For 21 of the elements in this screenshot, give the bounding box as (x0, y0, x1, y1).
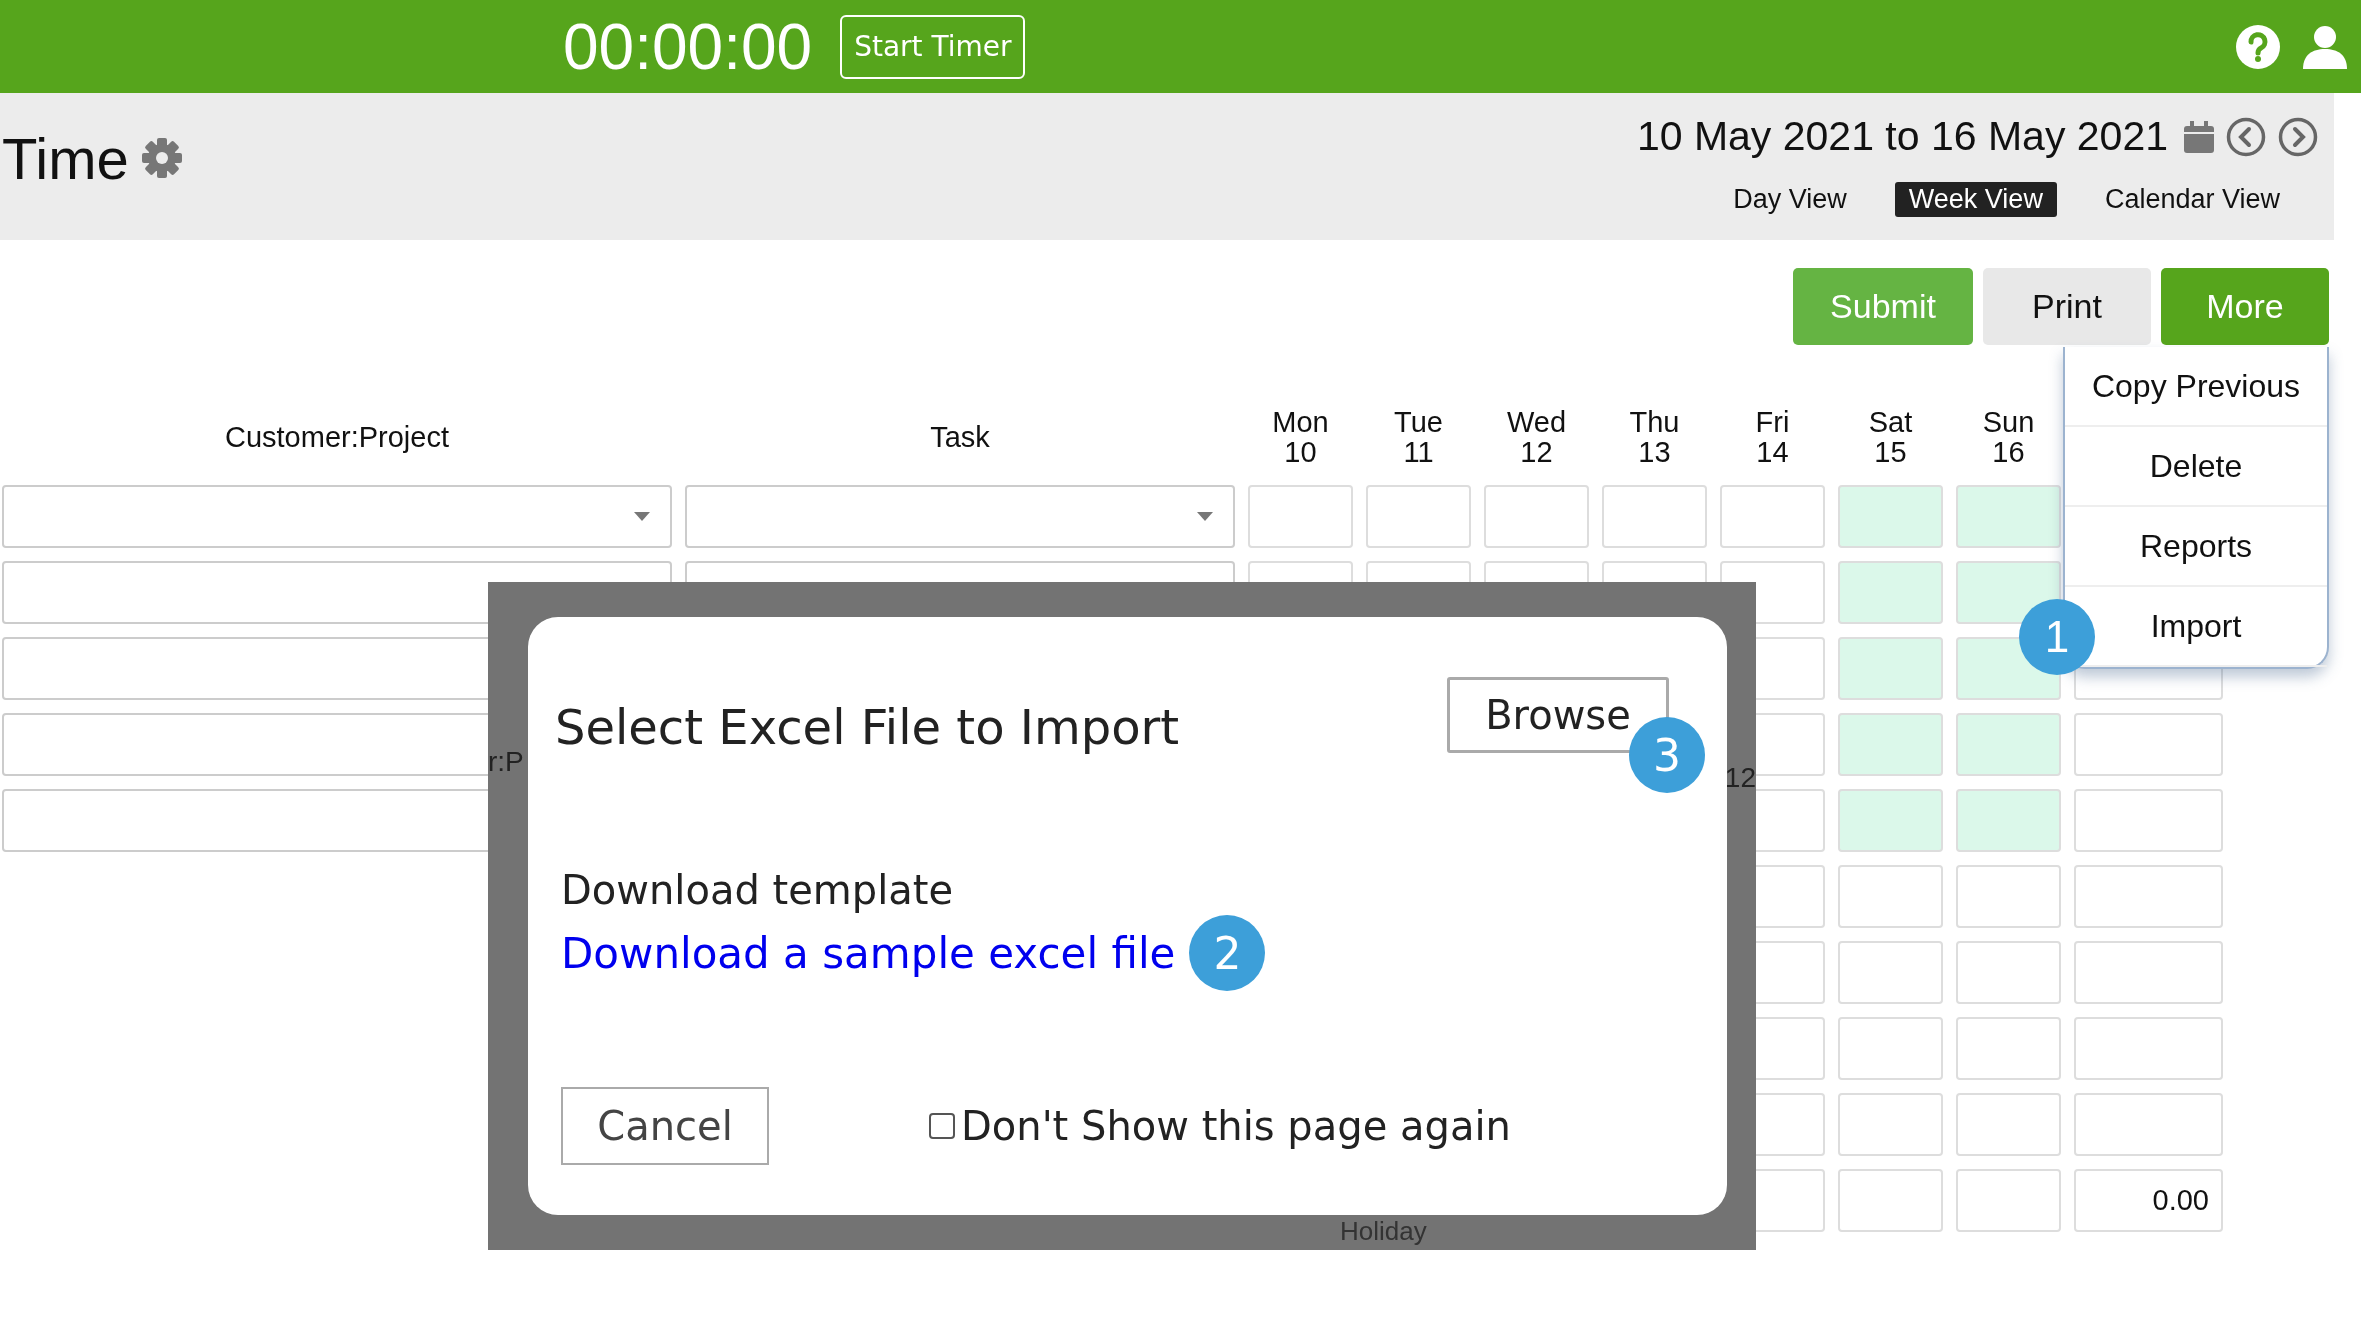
checkbox-label: Don't Show this page again (961, 1103, 1511, 1149)
day-header: Tue 11 (1393, 405, 1444, 469)
total-field: 0.00 (2074, 1169, 2223, 1232)
page-title: Time (2, 124, 129, 192)
background-text: Holiday (1340, 1216, 1427, 1247)
step-badge: 2 (1189, 915, 1266, 991)
background-text: r:P (488, 746, 524, 778)
timer-display: 00:00:00 (563, 9, 813, 84)
background-text: 12 (1724, 762, 1756, 794)
template-label: Download template (561, 867, 955, 913)
step-tooltip: 3 (1629, 717, 1705, 793)
day-header: Wed 12 (1505, 405, 1568, 469)
day-header: Mon 10 (1271, 405, 1330, 469)
date-range: 10 May 2021 to 16 May 2021 (1636, 113, 2168, 160)
day-header: Sun 16 (1981, 405, 2036, 469)
column-header: Customer:Project (224, 419, 450, 455)
day-header: Fri 14 (1754, 405, 1791, 469)
column-header: Task (929, 419, 991, 455)
day-header: Sat 15 (1867, 405, 1914, 469)
dialog-title: Select Excel File to Import (555, 699, 1180, 755)
day-header: Thu 13 (1628, 405, 1681, 469)
